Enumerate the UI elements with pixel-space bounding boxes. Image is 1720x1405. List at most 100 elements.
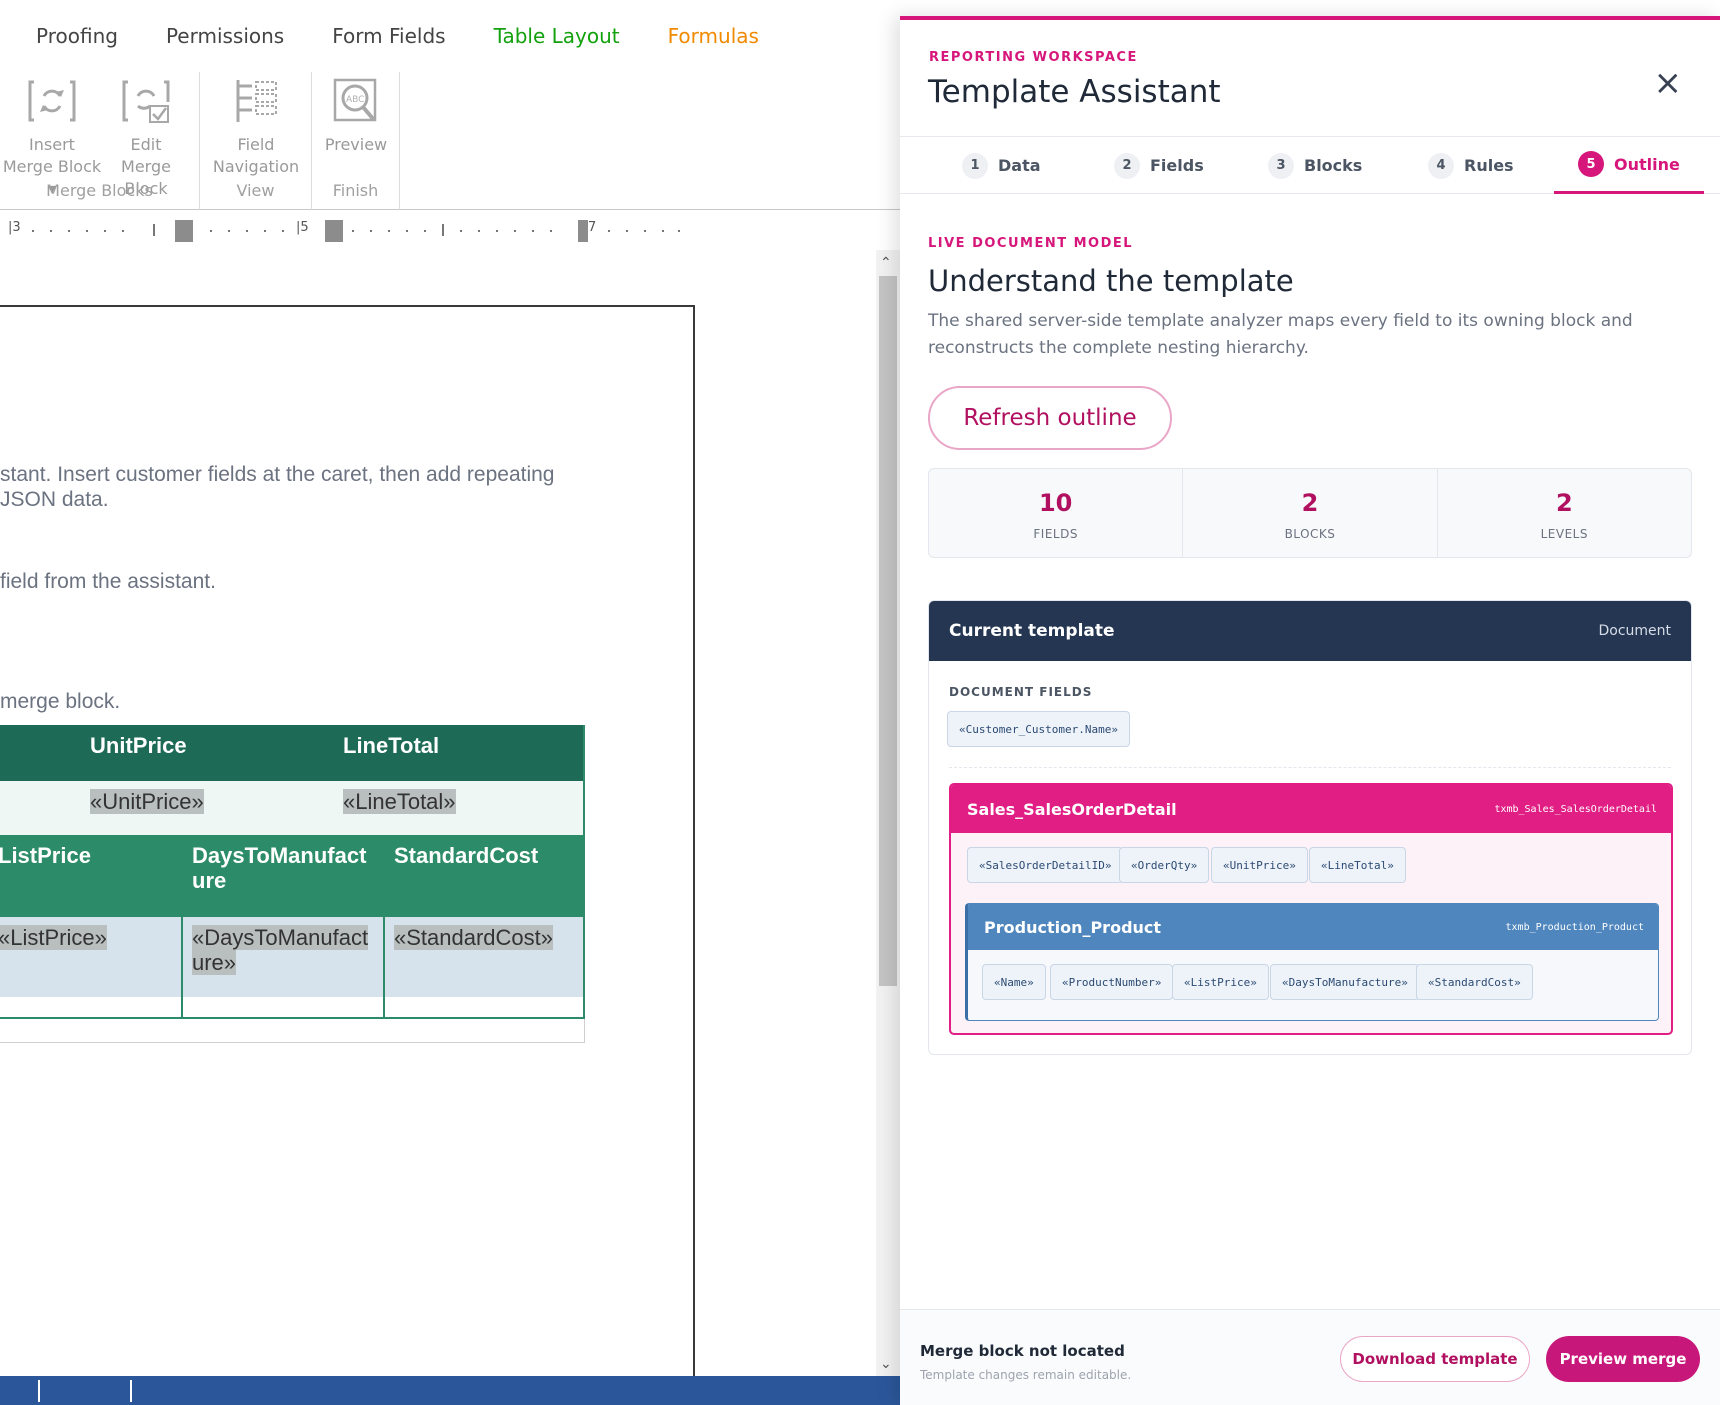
table-cell — [0, 781, 80, 835]
table-cell[interactable]: «ListPrice» — [0, 917, 182, 997]
field-chip[interactable]: «UnitPrice» — [1211, 847, 1308, 883]
stat-levels: 2 LEVELS — [1540, 489, 1588, 541]
preview-merge-button[interactable]: Preview merge — [1546, 1336, 1700, 1382]
merge-status-title: Merge block not located — [920, 1342, 1125, 1360]
table-header-cell: DaysToManufact ure — [182, 835, 384, 917]
merge-field[interactable]: «ListPrice» — [0, 925, 107, 950]
close-icon[interactable]: × — [1654, 66, 1683, 100]
table-header-cell: ListPrice — [0, 835, 182, 917]
horizontal-ruler[interactable]: |3 |5 7 — [0, 212, 900, 252]
field-chip[interactable]: «DaysToManufacture» — [1270, 964, 1420, 1000]
stat-fields: 10 FIELDS — [929, 469, 1184, 557]
step-label: Outline — [1614, 154, 1680, 174]
preview-icon: ABC — [333, 78, 377, 122]
field-chip[interactable]: «StandardCost» — [1416, 964, 1533, 1000]
block-id: txmb_Sales_SalesOrderDetail — [1494, 803, 1657, 815]
status-bar — [0, 1376, 900, 1405]
merge-block-production-product[interactable]: Production_Product txmb_Production_Produ… — [965, 903, 1659, 1021]
document-paragraph: stant. Insert customer fields at the car… — [0, 463, 555, 511]
template-card-title: Current template — [949, 621, 1115, 641]
stat-blocks: 2 BLOCKS — [1183, 469, 1438, 557]
field-navigation-icon — [236, 80, 277, 122]
preview-label: Preview — [324, 135, 388, 154]
tab-rules[interactable]: 4 Rules — [1428, 137, 1514, 194]
merge-field[interactable]: «DaysToManufact ure» — [192, 925, 369, 975]
merge-field[interactable]: «UnitPrice» — [90, 789, 204, 814]
step-number: 2 — [1114, 152, 1140, 179]
field-navigation-button[interactable]: Field Navigation — [210, 76, 302, 178]
download-template-button[interactable]: Download template — [1340, 1336, 1530, 1382]
tab-data[interactable]: 1 Data — [962, 137, 1041, 194]
block-header: Sales_SalesOrderDetail txmb_Sales_SalesO… — [951, 785, 1671, 833]
ruler-label-3: |3 — [8, 220, 21, 235]
tab-blocks[interactable]: 3 Blocks — [1268, 137, 1362, 194]
table-cell[interactable]: «LineTotal» — [333, 781, 585, 835]
tab-outline[interactable]: 5 Outline — [1554, 137, 1704, 194]
outline-stats: 10 FIELDS 2 BLOCKS 2 LEVELS — [928, 468, 1692, 558]
field-chip[interactable]: «Name» — [982, 964, 1046, 1000]
template-assistant-panel: REPORTING WORKSPACE Template Assistant ×… — [900, 16, 1720, 1405]
scroll-up-icon[interactable]: ⌃ — [880, 254, 892, 271]
table-empty-row — [0, 997, 585, 1019]
merge-block-sales-order-detail[interactable]: Sales_SalesOrderDetail txmb_Sales_SalesO… — [949, 783, 1673, 1035]
section-title: Understand the template — [928, 264, 1294, 298]
block-header: Production_Product txmb_Production_Produ… — [968, 904, 1658, 950]
step-label: Blocks — [1304, 156, 1363, 175]
panel-eyebrow: REPORTING WORKSPACE — [929, 50, 1138, 65]
field-chip[interactable]: «ProductNumber» — [1050, 964, 1174, 1000]
step-number: 3 — [1268, 152, 1294, 179]
field-chip[interactable]: «ListPrice» — [1172, 964, 1269, 1000]
merge-field[interactable]: «LineTotal» — [343, 789, 456, 814]
preview-button[interactable]: ABC Preview — [320, 76, 392, 156]
table-cell[interactable]: «UnitPrice» — [80, 781, 333, 835]
tab-permissions[interactable]: Permissions — [166, 24, 284, 48]
field-chip[interactable]: «Customer_Customer.Name» — [947, 711, 1130, 747]
merge-table[interactable]: UnitPrice LineTotal «UnitPrice» «LineTot… — [0, 725, 585, 1043]
template-card-header: Current template Document — [929, 601, 1691, 661]
template-card-kind: Document — [1598, 623, 1671, 639]
document-paragraph: field from the assistant. — [0, 570, 216, 593]
step-label: Fields — [1150, 156, 1204, 175]
ruler-label-5: |5 — [296, 220, 309, 235]
view-group-label: View — [236, 181, 275, 200]
edit-merge-block-icon — [122, 80, 170, 123]
table-header-cell — [0, 725, 80, 781]
table-header-cell: StandardCost — [384, 835, 585, 917]
table-header-cell: UnitPrice — [80, 725, 333, 781]
merge-field[interactable]: «StandardCost» — [394, 925, 553, 950]
vertical-scrollbar[interactable]: ⌃ ⌄ — [876, 250, 900, 1376]
tab-proofing[interactable]: Proofing — [36, 24, 118, 48]
field-chip[interactable]: «SalesOrderDetailID» — [967, 847, 1124, 883]
scroll-down-icon[interactable]: ⌄ — [880, 1355, 892, 1372]
field-chip[interactable]: «OrderQty» — [1119, 847, 1210, 883]
table-header-cell: LineTotal — [333, 725, 585, 781]
ruler-label-7: 7 — [588, 220, 597, 235]
block-id: txmb_Production_Product — [1505, 921, 1644, 933]
scrollbar-thumb[interactable] — [879, 276, 897, 986]
step-number: 4 — [1428, 152, 1454, 179]
svg-text:ABC: ABC — [346, 95, 364, 105]
tab-fields[interactable]: 2 Fields — [1114, 137, 1204, 194]
tab-form-fields[interactable]: Form Fields — [332, 24, 445, 48]
field-navigation-label: Field Navigation — [212, 135, 300, 176]
ruler-indent-marker[interactable] — [578, 220, 588, 242]
step-number: 5 — [1578, 151, 1604, 177]
section-eyebrow: LIVE DOCUMENT MODEL — [928, 236, 1134, 251]
table-cell[interactable]: «DaysToManufact ure» — [182, 917, 384, 997]
ruler-column-marker[interactable] — [175, 220, 193, 242]
document-fields-label: DOCUMENT FIELDS — [949, 685, 1093, 699]
document-editor: Proofing Permissions Form Fields Table L… — [0, 0, 900, 1405]
tab-formulas[interactable]: Formulas — [668, 24, 759, 48]
step-tabs: 1 Data 2 Fields 3 Blocks 4 Rules 5 Outli… — [900, 136, 1720, 194]
panel-title: Template Assistant — [928, 74, 1221, 110]
merge-status-subtitle: Template changes remain editable. — [920, 1368, 1132, 1382]
block-name: Sales_SalesOrderDetail — [967, 799, 1177, 819]
panel-footer: Merge block not located Template changes… — [900, 1309, 1720, 1405]
view-group: Field Navigation View — [200, 72, 312, 210]
field-chip[interactable]: «LineTotal» — [1309, 847, 1406, 883]
ruler-column-marker[interactable] — [325, 220, 343, 242]
table-cell[interactable]: «StandardCost» — [384, 917, 585, 997]
tab-table-layout[interactable]: Table Layout — [494, 24, 620, 48]
template-outline-card: Current template Document DOCUMENT FIELD… — [928, 600, 1692, 1055]
refresh-outline-button[interactable]: Refresh outline — [928, 386, 1172, 450]
